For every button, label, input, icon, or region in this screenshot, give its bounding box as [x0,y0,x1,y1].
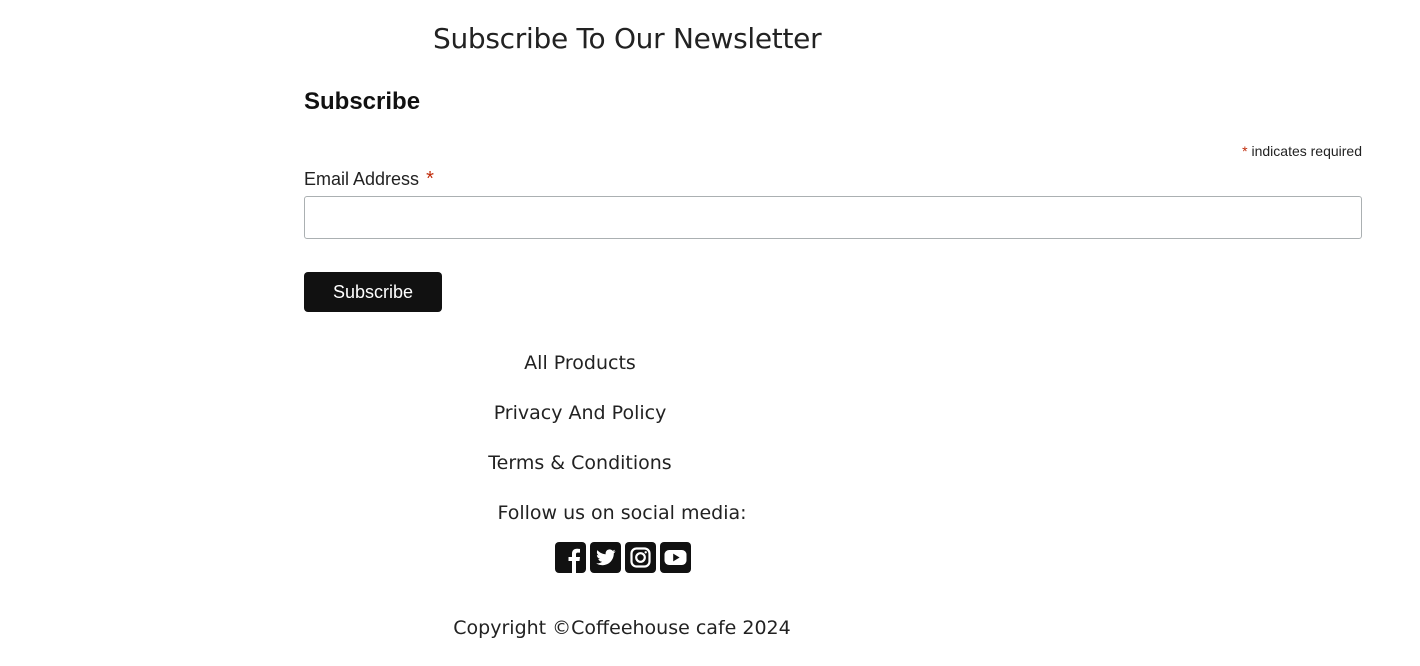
twitter-link[interactable] [590,542,621,573]
email-label: Email Address * [304,168,434,191]
social-heading: Follow us on social media: [497,502,747,524]
footer-link-all-products[interactable]: All Products [524,352,636,374]
email-field[interactable] [304,196,1362,239]
email-label-text: Email Address [304,169,420,189]
form-title: Subscribe [304,88,421,115]
copyright-text: Copyright ©Coffeehouse cafe 2024 [453,617,791,639]
subscribe-button[interactable]: Subscribe [304,272,442,312]
facebook-icon [555,542,586,573]
required-note-text: indicates required [1251,143,1362,159]
twitter-icon [590,542,621,573]
footer-link-privacy-policy[interactable]: Privacy And Policy [494,402,667,424]
facebook-link[interactable] [555,542,586,573]
newsletter-heading: Subscribe To Our Newsletter [433,22,822,55]
instagram-icon [625,542,656,573]
required-asterisk: * [1242,143,1248,159]
footer-link-terms-conditions[interactable]: Terms & Conditions [488,452,671,474]
email-required-asterisk: * [426,168,434,190]
instagram-link[interactable] [625,542,656,573]
youtube-link[interactable] [660,542,691,573]
social-icons [555,542,691,573]
required-indicator-note: * indicates required [1242,143,1362,159]
youtube-icon [660,542,691,573]
